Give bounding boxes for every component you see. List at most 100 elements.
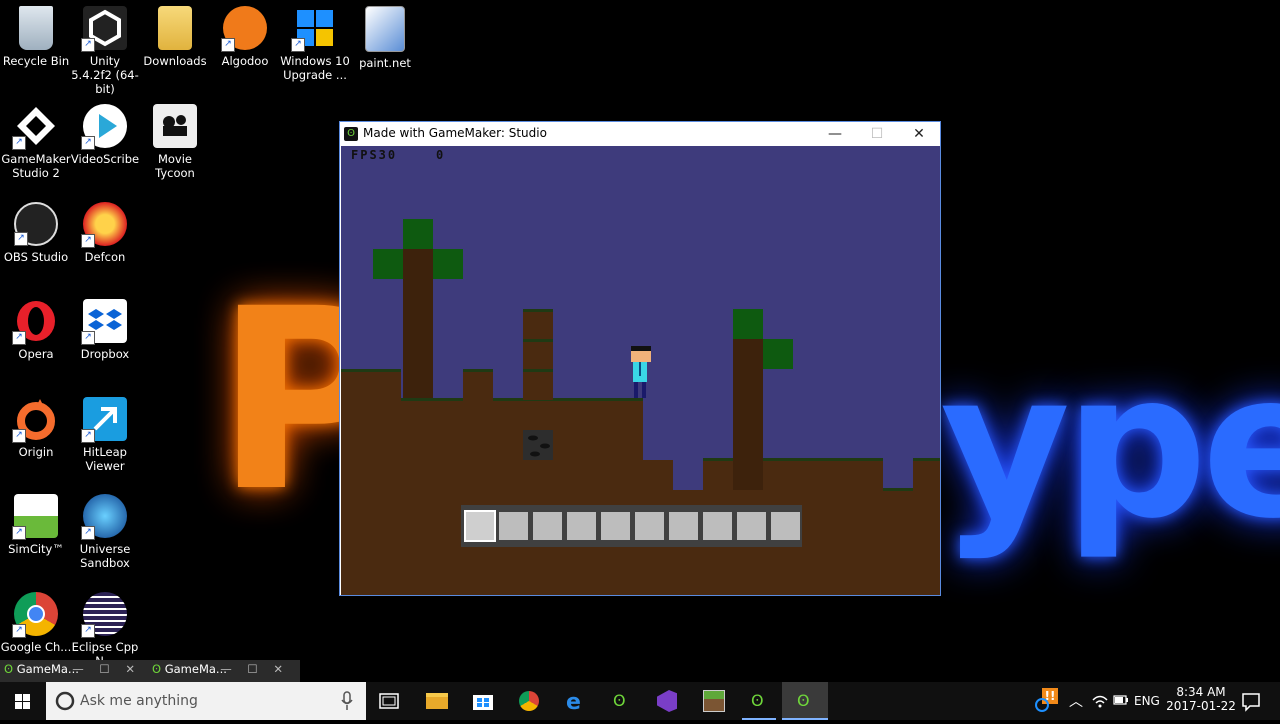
desktop-icon-dropbox[interactable]: ↗ Dropbox [69,299,141,361]
desktop-icon-google-chrome[interactable]: ↗ Google Ch... [0,592,72,654]
desktop-icon-obs-studio[interactable]: ↗ OBS Studio [0,202,72,264]
cortana-icon [55,691,75,711]
microphone-icon [341,691,353,710]
videoscribe-icon: ↗ [81,104,127,150]
close-button[interactable]: ✕ [898,122,940,146]
desktop-icon-downloads[interactable]: Downloads [139,6,211,68]
game-window[interactable]: ʘ Made with GameMaker: Studio — ☐ ✕ FPS3… [339,121,941,596]
taskbar-chrome[interactable] [506,682,552,720]
hitleap-icon: ↗ [81,397,127,443]
desktop-icon-label: VideoScribe [70,152,140,166]
taskbar-preview-strip: ʘ GameMa... — ☐ ✕ ʘ GameMa... — ☐ ✕ [0,660,300,682]
desktop-icon-algodoo[interactable]: ↗ Algodoo [209,6,281,68]
search-box[interactable]: Ask me anything [46,682,366,720]
terrain [341,371,940,595]
task-view-button[interactable] [366,682,412,720]
shortcut-arrow-icon: ↗ [81,624,95,638]
desktop-icon-label: Dropbox [80,347,130,361]
desktop-icon-hitleap-viewer[interactable]: ↗ HitLeap Viewer [69,397,141,473]
taskbar-gamemaker-3-active[interactable]: ʘ [782,682,828,720]
shortcut-arrow-icon: ↗ [81,331,95,345]
preview-label: GameMa... [164,662,227,676]
player-character [631,346,651,398]
universe-sandbox-icon: ↗ [81,494,127,540]
search-placeholder: Ask me anything [80,693,198,709]
score-counter: 0 [436,148,446,162]
taskbar-gamemaker-2[interactable]: ʘ [736,682,782,720]
desktop-icon-eclipse-cpp[interactable]: ↗ Eclipse Cpp N... [69,592,141,668]
preview-thumbnail[interactable]: ʘ GameMa... — ☐ ✕ [4,662,149,680]
shortcut-arrow-icon: ↗ [81,234,95,248]
desktop-icon-simcity[interactable]: ↗ SimCity™ [0,494,72,556]
shortcut-arrow-icon: ↗ [12,526,26,540]
visual-studio-icon [657,690,677,712]
desktop-icon-label: Google Ch... [0,640,72,654]
desktop-icon-windows10-upgrade[interactable]: ↗ Windows 10 Upgrade ... [279,6,351,82]
taskbar-store[interactable] [460,682,506,720]
inventory-hotbar [461,505,802,547]
paintnet-icon [365,6,405,52]
desktop-icon-opera[interactable]: ↗ Opera [0,299,72,361]
desktop-icon-movie-tycoon[interactable]: Movie Tycoon [139,104,211,180]
store-icon [473,695,493,710]
desktop-icon-paintnet[interactable]: paint.net [349,6,421,70]
show-hidden-icons-button[interactable]: ︿ [1066,682,1084,720]
taskbar: Ask me anything e ʘ ʘ ʘ !! ︿ ENG 8:34 AM… [0,682,1280,720]
gamemaker-app-icon: ʘ [344,127,358,141]
window-titlebar[interactable]: ʘ Made with GameMaker: Studio — ☐ ✕ [340,122,940,146]
desktop-icon-label: Algodoo [221,54,269,68]
preview-thumbnail[interactable]: ʘ GameMa... — ☐ ✕ [152,662,297,680]
start-button[interactable] [0,682,46,720]
desktop-icon-universe-sandbox[interactable]: ↗ Universe Sandbox [69,494,141,570]
notification-icon [1242,693,1260,712]
radiation-icon: ↗ [81,202,127,248]
taskbar-game-icon[interactable] [690,682,736,720]
desktop-icon-label: OBS Studio [3,250,69,264]
shortcut-arrow-icon: ↗ [12,624,26,638]
gamemaker-taskbar-icon: ʘ [797,691,810,710]
taskbar-gamemaker-1[interactable]: ʘ [598,682,644,720]
desktop-icon-defcon[interactable]: ↗ Defcon [69,202,141,264]
gamemaker-small-icon: ʘ [152,662,162,676]
tray-notification-icon[interactable]: !! [1032,682,1062,720]
battery-icon[interactable] [1112,682,1130,720]
wallpaper-text-right: ype [940,330,1280,563]
taskbar-file-explorer[interactable] [414,682,460,720]
opera-icon: ↗ [12,299,58,345]
desktop-icon-recycle-bin[interactable]: Recycle Bin [0,6,72,68]
taskbar-edge[interactable]: e [552,682,598,720]
chrome-taskbar-icon [519,691,539,711]
wifi-icon [1092,695,1108,708]
chevron-up-icon: ︿ [1069,694,1083,710]
desktop-icon-unity[interactable]: ↗ Unity 5.4.2f2 (64-bit) [69,6,141,96]
desktop-icon-label: Opera [18,347,54,361]
clock[interactable]: 8:34 AM 2017-01-22 [1166,682,1236,720]
preview-label: GameMa... [16,662,79,676]
gamemaker-small-icon: ʘ [4,662,14,676]
preview-window-controls: — ☐ ✕ [72,662,141,676]
taskbar-visual-studio[interactable] [644,682,690,720]
language-indicator[interactable]: ENG [1134,682,1164,720]
edge-icon: e [566,690,581,715]
desktop-icon-label: paint.net [359,56,411,70]
maximize-button[interactable]: ☐ [856,122,898,146]
desktop-icon-label: Origin [18,445,54,459]
desktop-icon-label: SimCity™ [8,542,64,556]
desktop-icon-gamemaker-studio-2[interactable]: ↗ GameMaker Studio 2 [0,104,72,180]
desktop-icon-origin[interactable]: ↗ Origin [0,397,72,459]
coal-ore-block [523,430,553,460]
window-title: Made with GameMaker: Studio [363,126,547,140]
network-icon[interactable] [1090,682,1110,720]
shortcut-arrow-icon: ↗ [291,38,305,52]
desktop-icon-videoscribe[interactable]: ↗ VideoScribe [69,104,141,166]
clock-time: 8:34 AM [1176,685,1226,699]
windows-start-icon [15,694,30,709]
action-center-button[interactable] [1236,682,1266,720]
movie-camera-icon [153,104,197,148]
dropbox-icon: ↗ [81,299,127,345]
recycle-bin-icon [19,6,53,50]
minimize-button[interactable]: — [814,122,856,146]
game-scene [341,219,940,595]
chrome-icon: ↗ [12,592,58,638]
game-canvas[interactable]: FPS30 0 [341,146,940,595]
